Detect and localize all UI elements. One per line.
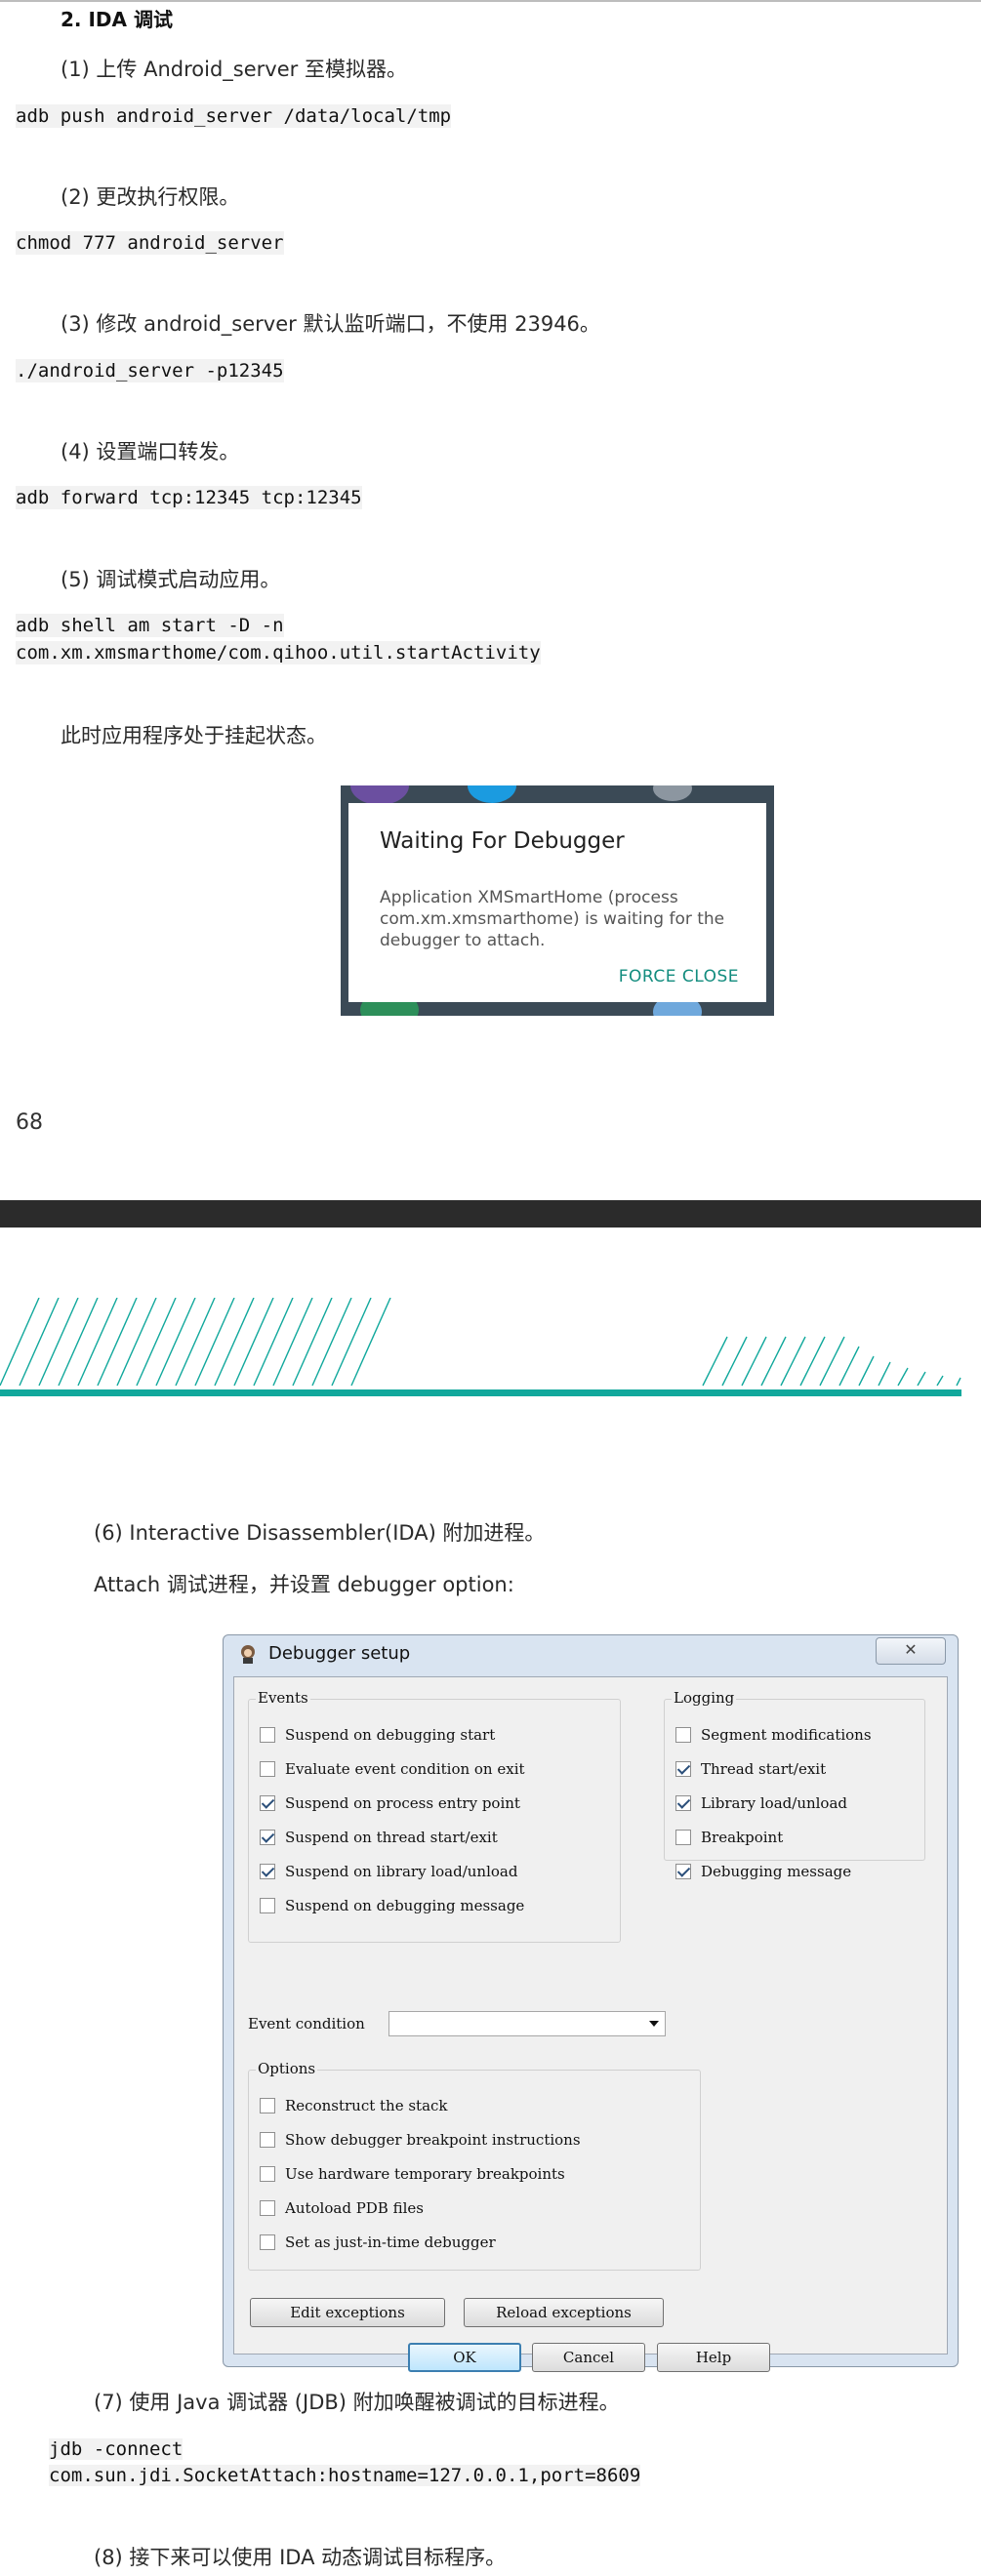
step-6: (6) Interactive Disassembler(IDA) 附加进程。: [94, 1521, 546, 1545]
event-option[interactable]: Suspend on debugging start: [260, 1726, 495, 1744]
checkbox[interactable]: [260, 1761, 275, 1777]
dropdown-arrow-icon: [649, 2021, 659, 2027]
logging-option[interactable]: Debugging message: [675, 1863, 851, 1880]
checkbox-checked[interactable]: [260, 1795, 275, 1811]
logging-option[interactable]: Thread start/exit: [675, 1760, 826, 1778]
checkbox-checked[interactable]: [260, 1830, 275, 1845]
dialog-message: Application XMSmartHome (process com.xm.…: [380, 888, 725, 950]
checkbox-checked[interactable]: [675, 1795, 691, 1811]
android-screenshot: Waiting For Debugger Application XMSmart…: [341, 785, 774, 1016]
top-rule: [0, 0, 981, 2]
step-8: (8) 接下来可以使用 IDA 动态调试目标程序。: [94, 2546, 507, 2569]
step-7: (7) 使用 Java 调试器 (JDB) 附加唤醒被调试的目标进程。: [94, 2391, 620, 2414]
option-row[interactable]: Set as just-in-time debugger: [260, 2234, 496, 2251]
code-line-5a: adb shell am start -D -n: [16, 614, 284, 637]
event-option[interactable]: Suspend on library load/unload: [260, 1863, 517, 1880]
event-condition-label: Event condition: [248, 2015, 365, 2033]
code-line-2: chmod 777 android_server: [16, 231, 284, 255]
dialog-body: Events Suspend on debugging start Evalua…: [233, 1676, 948, 2372]
checkbox[interactable]: [260, 2166, 275, 2182]
checkbox[interactable]: [260, 2234, 275, 2250]
ida-icon: [241, 1645, 255, 1664]
decorative-stripes: [0, 1298, 961, 1387]
page-number: 68: [16, 1110, 43, 1135]
event-option[interactable]: Suspend on debugging message: [260, 1897, 524, 1914]
suspend-note: 此时应用程序处于挂起状态。: [61, 724, 327, 747]
checkbox[interactable]: [260, 2200, 275, 2216]
checkbox[interactable]: [260, 2098, 275, 2113]
checkbox[interactable]: [260, 1727, 275, 1743]
options-label: Options: [256, 2060, 318, 2077]
code-line-7a: jdb -connect: [49, 2438, 184, 2460]
logging-option[interactable]: Library load/unload: [675, 1794, 847, 1812]
edit-exceptions-button[interactable]: Edit exceptions: [250, 2298, 445, 2327]
checkbox[interactable]: [260, 2132, 275, 2148]
ok-button[interactable]: OK: [408, 2343, 521, 2372]
event-option[interactable]: Evaluate event condition on exit: [260, 1760, 525, 1778]
window-title: Debugger setup: [268, 1643, 411, 1664]
force-close-button[interactable]: FORCE CLOSE: [619, 967, 739, 986]
event-option[interactable]: Suspend on process entry point: [260, 1794, 520, 1812]
waiting-for-debugger-dialog: Waiting For Debugger Application XMSmart…: [348, 803, 766, 1002]
debugger-setup-window: Debugger setup ✕ Events Suspend on debug…: [223, 1634, 959, 2372]
step-5: (5) 调试模式启动应用。: [61, 568, 281, 591]
close-icon: ✕: [904, 1640, 918, 1659]
code-line-5b: com.xm.xmsmarthome/com.qihoo.util.startA…: [16, 641, 541, 664]
step-2: (2) 更改执行权限。: [61, 185, 240, 209]
help-button[interactable]: Help: [657, 2343, 770, 2372]
checkbox-checked[interactable]: [260, 1864, 275, 1879]
step-3: (3) 修改 android_server 默认监听端口，不使用 23946。: [61, 312, 600, 336]
teal-divider: [0, 1389, 961, 1396]
option-row[interactable]: Autoload PDB files: [260, 2199, 424, 2217]
step-6-sub: Attach 调试进程，并设置 debugger option:: [94, 1573, 514, 1596]
code-line-4: adb forward tcp:12345 tcp:12345: [16, 486, 362, 509]
event-option[interactable]: Suspend on thread start/exit: [260, 1829, 498, 1846]
option-row[interactable]: Use hardware temporary breakpoints: [260, 2165, 565, 2183]
code-line-7b: com.sun.jdi.SocketAttach:hostname=127.0.…: [49, 2465, 641, 2486]
close-button[interactable]: ✕: [876, 1637, 946, 1665]
checkbox[interactable]: [675, 1830, 691, 1845]
reload-exceptions-button[interactable]: Reload exceptions: [464, 2298, 664, 2327]
section-title: 2. IDA 调试: [61, 8, 173, 31]
logging-label: Logging: [672, 1689, 737, 1707]
checkbox-checked[interactable]: [675, 1761, 691, 1777]
page-break-bar: [0, 1200, 981, 1228]
checkbox[interactable]: [260, 1898, 275, 1913]
step-4: (4) 设置端口转发。: [61, 440, 240, 463]
code-line-1: adb push android_server /data/local/tmp: [16, 104, 452, 128]
event-condition-select[interactable]: [388, 2011, 666, 2036]
logging-option[interactable]: Segment modifications: [675, 1726, 872, 1744]
checkbox[interactable]: [675, 1727, 691, 1743]
cancel-button[interactable]: Cancel: [532, 2343, 645, 2372]
option-row[interactable]: Reconstruct the stack: [260, 2097, 448, 2114]
checkbox-checked[interactable]: [675, 1864, 691, 1879]
dialog-title: Waiting For Debugger: [380, 828, 625, 854]
events-label: Events: [256, 1689, 310, 1707]
step-1: (1) 上传 Android_server 至模拟器。: [61, 58, 407, 81]
logging-option[interactable]: Breakpoint: [675, 1829, 783, 1846]
option-row[interactable]: Show debugger breakpoint instructions: [260, 2131, 581, 2149]
code-line-3: ./android_server -p12345: [16, 359, 284, 382]
